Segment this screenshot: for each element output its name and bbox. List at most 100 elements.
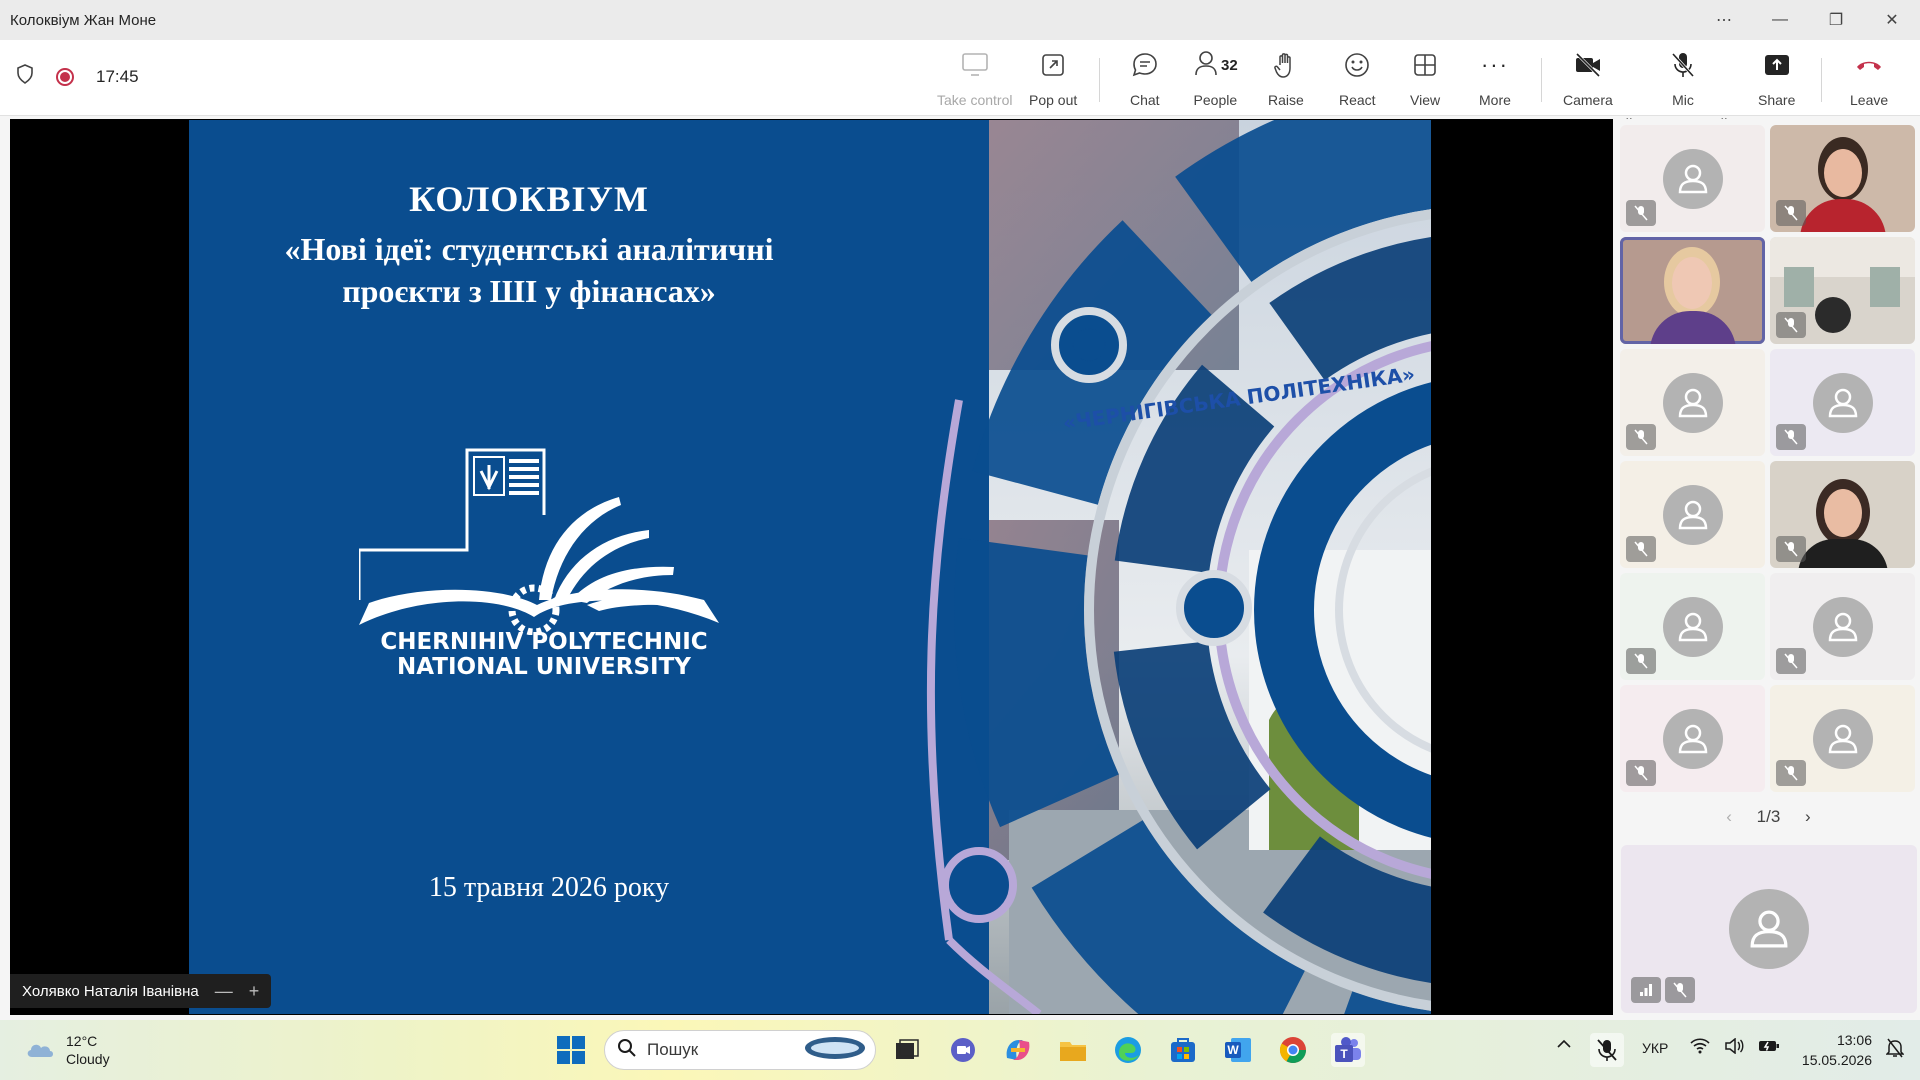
university-name: CHERNIHIV POLYTECHNIC NATIONAL UNIVERSIT… — [380, 629, 708, 680]
speaker-name-tag: Холявко Наталія Іванівна — + — [10, 974, 272, 1008]
show-hidden-icons-chevron-icon[interactable] — [1556, 1038, 1572, 1050]
participant-tile[interactable] — [1770, 685, 1915, 792]
search-icon — [617, 1038, 637, 1063]
file-explorer-icon[interactable] — [1056, 1033, 1090, 1067]
participant-tile[interactable] — [1770, 349, 1915, 456]
word-app-icon[interactable]: W — [1221, 1033, 1255, 1067]
chat-button[interactable]: Chat — [1130, 50, 1160, 108]
battery-charging-icon — [1758, 1038, 1780, 1059]
participant-tile[interactable] — [1620, 685, 1765, 792]
chevron-right-icon[interactable]: › — [1805, 807, 1811, 826]
search-highlight-icon — [803, 1035, 867, 1066]
taskbar-search-input[interactable]: Пошук — [604, 1030, 876, 1070]
task-view-icon[interactable] — [890, 1033, 924, 1067]
more-options-icon[interactable]: ⋯ — [1696, 0, 1752, 40]
recording-icon — [56, 67, 74, 86]
svg-text:T: T — [1340, 1047, 1348, 1061]
participant-tile[interactable] — [1770, 573, 1915, 680]
toolbar-divider — [1099, 58, 1100, 102]
teams-app-icon[interactable]: T — [1331, 1033, 1365, 1067]
meeting-toolbar: 17:45 Take control Pop out Chat 32 Peopl… — [0, 40, 1920, 124]
notification-bell-icon[interactable] — [1886, 1038, 1904, 1058]
participant-clothing — [1800, 199, 1886, 232]
participant-video-tile[interactable] — [1770, 125, 1915, 232]
raise-hand-button[interactable]: Raise — [1268, 50, 1304, 108]
muted-mic-icon — [1626, 760, 1656, 786]
shield-icon — [16, 64, 34, 89]
speaker-name: Холявко Наталія Іванівна — [22, 982, 199, 1000]
people-button[interactable]: 32 People — [1193, 50, 1238, 108]
hang-up-icon — [1854, 50, 1884, 80]
restore-icon[interactable]: ❐ — [1808, 0, 1864, 40]
muted-mic-icon — [1626, 536, 1656, 562]
muted-mic-icon — [1776, 312, 1806, 338]
participant-photo — [1815, 297, 1851, 333]
share-icon — [1763, 50, 1791, 80]
participant-video-tile-active[interactable] — [1620, 237, 1765, 344]
participant-tile[interactable] — [1620, 461, 1765, 568]
smiley-icon — [1343, 50, 1371, 80]
window-in-background — [1870, 267, 1900, 307]
edge-browser-icon[interactable] — [1111, 1033, 1145, 1067]
university-logo — [359, 448, 719, 635]
mic-muted-tray-icon[interactable] — [1590, 1033, 1624, 1067]
copilot-icon[interactable] — [1001, 1033, 1035, 1067]
self-view-tile[interactable] — [1621, 845, 1917, 1013]
grid-view-icon — [1412, 50, 1438, 80]
participant-clothing — [1650, 311, 1736, 344]
meeting-timer: 17:45 — [96, 66, 139, 86]
campus-collage-graphic: «ЧЕРНІГІВСЬКА ПОЛІТЕХНІКА» — [889, 120, 1431, 1014]
system-tray-icons[interactable] — [1690, 1037, 1780, 1059]
cloud-icon — [24, 1037, 56, 1064]
share-button[interactable]: Share — [1758, 50, 1795, 108]
weather-temperature: 12°C — [66, 1033, 98, 1049]
volume-icon — [1724, 1037, 1744, 1059]
muted-mic-icon — [1776, 536, 1806, 562]
avatar-icon — [1812, 596, 1873, 657]
slide-date: 15 травня 2026 року — [428, 872, 670, 903]
participant-video-tile[interactable] — [1770, 237, 1915, 344]
participant-video-tile[interactable] — [1770, 461, 1915, 568]
toolbar-divider — [1541, 58, 1542, 102]
take-control-button[interactable]: Take control — [937, 50, 1012, 108]
participant-face — [1824, 489, 1862, 537]
pop-out-button[interactable]: Pop out — [1029, 50, 1077, 108]
participants-gallery: ‹ 1/3 › — [1617, 119, 1920, 1015]
presentation-slide: КОЛОКВІУМ «Нові ідеї: студентські аналіт… — [189, 120, 1431, 1014]
people-icon — [1193, 49, 1219, 82]
window-title: Колоквіум Жан Моне — [10, 11, 157, 29]
avatar-icon — [1662, 372, 1723, 433]
participant-tile[interactable] — [1620, 573, 1765, 680]
start-menu-icon[interactable] — [554, 1033, 588, 1067]
weather-description: Cloudy — [66, 1051, 110, 1067]
mic-button[interactable]: Mic — [1670, 50, 1696, 108]
camera-off-icon — [1573, 50, 1603, 80]
participant-tile[interactable] — [1620, 125, 1765, 232]
camera-button[interactable]: Camera — [1563, 50, 1613, 108]
more-button[interactable]: ··· More — [1479, 50, 1511, 108]
participant-face — [1672, 257, 1712, 309]
minimize-icon[interactable]: — — [1752, 0, 1808, 40]
zoom-in-icon[interactable]: + — [249, 981, 260, 1002]
mic-off-icon — [1670, 50, 1696, 80]
avatar-icon — [1812, 708, 1873, 769]
input-language-indicator[interactable]: УКР — [1642, 1040, 1668, 1056]
chevron-left-icon[interactable]: ‹ — [1726, 807, 1732, 826]
leave-button[interactable]: Leave — [1850, 50, 1888, 108]
clock-time: 13:06 — [1836, 1032, 1872, 1048]
gallery-pager: ‹ 1/3 › — [1617, 807, 1920, 827]
view-button[interactable]: View — [1410, 50, 1440, 108]
muted-mic-icon — [1626, 648, 1656, 674]
zoom-out-icon[interactable]: — — [215, 981, 233, 1002]
muted-mic-icon — [1665, 977, 1695, 1003]
microsoft-store-icon[interactable] — [1166, 1033, 1200, 1067]
participant-tile[interactable] — [1620, 349, 1765, 456]
taskbar-clock[interactable]: 13:06 15.05.2026 — [1802, 1030, 1872, 1070]
muted-mic-icon — [1776, 648, 1806, 674]
close-icon[interactable]: ✕ — [1864, 0, 1920, 40]
meet-app-icon[interactable] — [946, 1033, 980, 1067]
weather-widget[interactable]: 12°C Cloudy — [24, 1032, 110, 1068]
people-count: 32 — [1221, 56, 1238, 74]
chrome-browser-icon[interactable] — [1276, 1033, 1310, 1067]
react-button[interactable]: React — [1339, 50, 1376, 108]
